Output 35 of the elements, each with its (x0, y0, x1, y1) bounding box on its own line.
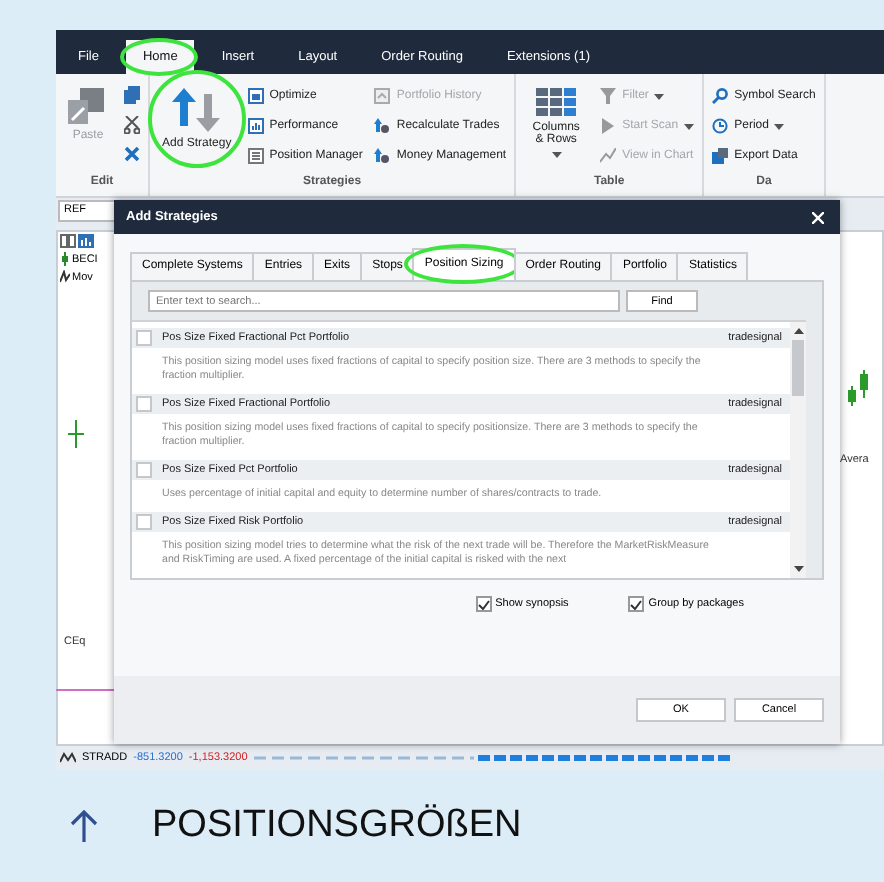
caret-icon (684, 123, 695, 129)
down-arrow-icon (793, 566, 803, 572)
clock-icon (712, 118, 729, 134)
scrollbar[interactable] (790, 322, 806, 578)
filter-icon (600, 88, 617, 104)
caret-icon (654, 93, 665, 99)
search-icon (712, 88, 729, 104)
section-heading: POSITIONSGRÖßEN (152, 804, 522, 848)
close-button[interactable] (808, 207, 828, 227)
play-icon (600, 118, 617, 134)
scroll-thumb[interactable] (792, 340, 804, 396)
checkbox[interactable] (475, 596, 492, 612)
check-icon (630, 599, 643, 609)
copy-icon (124, 86, 140, 104)
chart-line-icon (600, 148, 617, 164)
up-arrow-icon (793, 328, 803, 334)
candle-icon (60, 252, 70, 266)
export-icon (712, 148, 729, 164)
chart-icon (247, 88, 264, 104)
delete-icon (124, 146, 140, 162)
window-icon (374, 88, 391, 104)
paste-icon (68, 88, 108, 124)
grid-icon (536, 88, 577, 116)
close-icon (812, 211, 824, 223)
up-arrow-icon (70, 810, 98, 842)
check-icon (477, 599, 490, 609)
list-icon (247, 148, 264, 164)
bar-chart-icon (247, 118, 264, 134)
arrows-icon (172, 88, 221, 132)
indicator-icon (60, 752, 76, 764)
cut-icon (124, 116, 140, 134)
caret-icon (774, 123, 785, 129)
caret-icon (551, 152, 562, 158)
indicator-icon (60, 270, 70, 284)
checkbox[interactable] (628, 596, 645, 612)
